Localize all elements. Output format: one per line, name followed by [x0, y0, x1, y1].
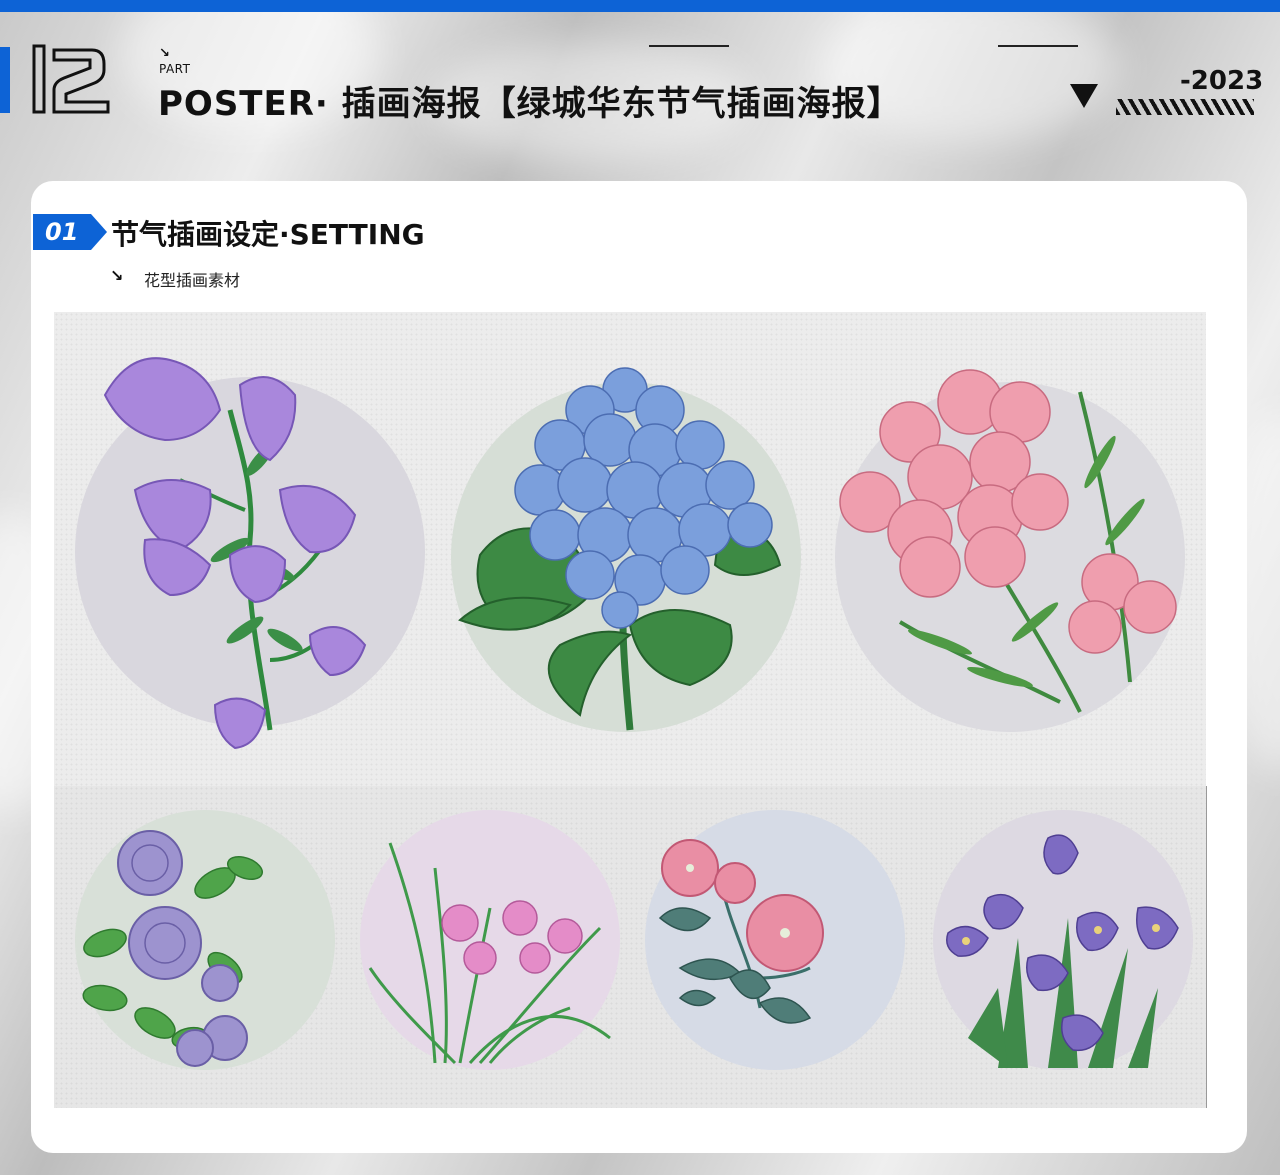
left-accent-mark — [0, 47, 10, 113]
hibiscus-illustration — [645, 810, 905, 1070]
rain-lily-illustration — [360, 810, 620, 1070]
rose-illustration — [75, 810, 335, 1070]
header-divider-right — [998, 45, 1078, 47]
section-number: 01 — [45, 218, 79, 246]
subtitle-arrow-icon: ↘ — [110, 266, 124, 285]
bellflower-illustration — [75, 357, 425, 750]
section-title: 节气插画设定·SETTING — [111, 218, 425, 251]
header-divider-left — [649, 45, 729, 47]
part-arrow-icon: ↘ — [159, 46, 170, 61]
section-subtitle: 花型插画素材 — [144, 271, 241, 290]
section-number-outline — [32, 44, 110, 114]
hatch-decoration — [1116, 99, 1254, 115]
phlox-illustration — [835, 369, 1185, 732]
year-label: -2023 — [1180, 66, 1264, 96]
top-accent-bar — [0, 0, 1280, 12]
part-label: PART — [159, 62, 191, 76]
triangle-down-icon — [1070, 84, 1098, 108]
iris-illustration — [933, 810, 1193, 1070]
page-title: POSTER· 插画海报【绿城华东节气插画海报】 — [158, 84, 902, 124]
hydrangea-illustration — [451, 367, 801, 732]
